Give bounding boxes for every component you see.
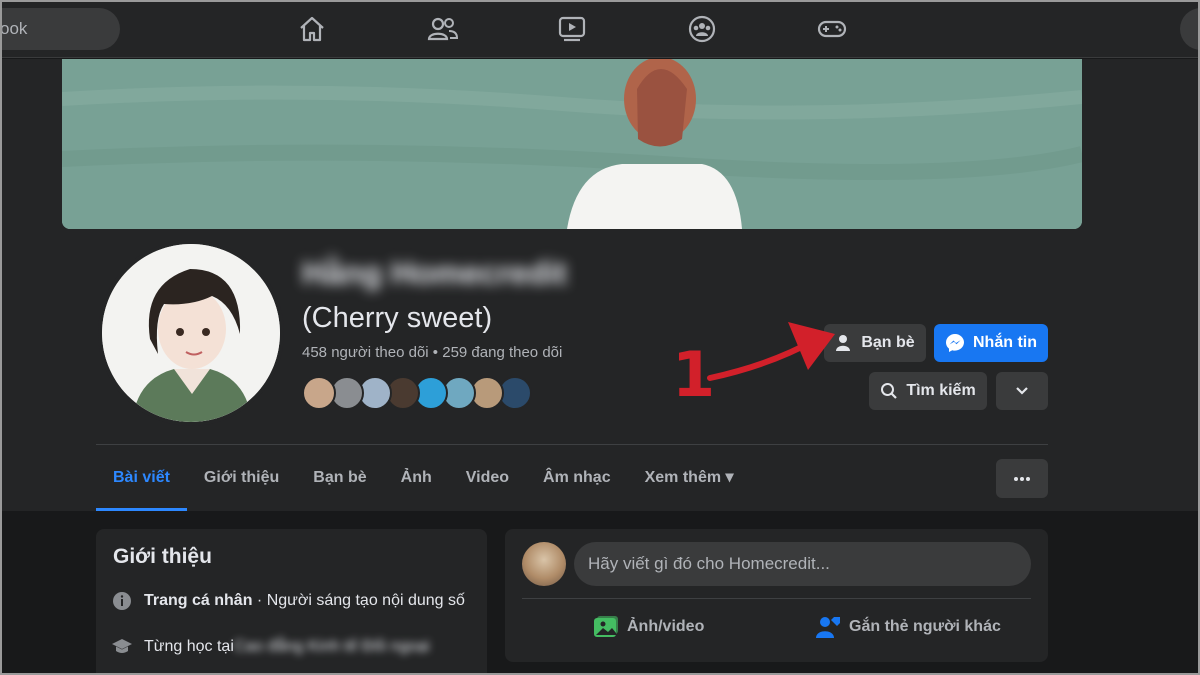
message-button[interactable]: Nhắn tin	[934, 324, 1048, 362]
tab-label: Video	[465, 469, 510, 486]
cover-photo[interactable]	[62, 59, 1082, 229]
graduation-cap-icon	[112, 639, 132, 653]
friends-icon[interactable]	[426, 12, 460, 46]
tab-label: Bài viết	[113, 469, 170, 486]
tab-label: Ảnh	[400, 469, 432, 486]
photo-icon	[594, 616, 618, 637]
tag-people-button[interactable]: Gắn thẻ người khác	[815, 615, 1001, 639]
profile-name: Hằng Homecredit	[302, 255, 567, 291]
composer-input[interactable]: Hãy viết gì đó cho Homecredit...	[574, 542, 1031, 586]
tab-label: Xem thêm	[644, 469, 722, 486]
tab-6[interactable]: Xem thêm ▾	[628, 446, 751, 510]
annotation-arrow	[707, 322, 835, 381]
tab-3[interactable]: Ảnh	[384, 446, 449, 510]
composer-avatar	[522, 542, 566, 586]
menu-button[interactable]	[1180, 8, 1200, 50]
tab-label: Âm nhạc	[543, 469, 611, 486]
photo-video-label: Ảnh/video	[627, 618, 705, 635]
profile-avatar[interactable]	[98, 240, 284, 426]
intro-studied-value[interactable]: Cao đẳng Kinh tế Đối ngoại	[234, 638, 430, 656]
friend-avatar[interactable]	[302, 376, 336, 410]
header-divider	[96, 444, 1048, 445]
chevron-down-icon	[1016, 387, 1028, 395]
intro-card: Giới thiệu Trang cá nhân · Người sáng tạ…	[96, 529, 487, 675]
search-input[interactable]: ook	[0, 8, 120, 50]
intro-title: Giới thiệu	[113, 545, 212, 568]
intro-studied-label: Từng học tại	[144, 638, 234, 655]
gaming-icon[interactable]	[815, 12, 849, 46]
photo-video-button[interactable]: Ảnh/video	[593, 615, 704, 639]
post-composer: Hãy viết gì đó cho Homecredit... Ảnh/vid…	[505, 529, 1048, 662]
friends-button-label: Bạn bè	[861, 334, 915, 351]
watch-icon[interactable]	[555, 12, 589, 46]
messenger-icon	[946, 334, 964, 352]
more-horizontal-icon	[1014, 476, 1030, 481]
tab-2[interactable]: Bạn bè	[296, 446, 383, 510]
composer-divider	[522, 598, 1031, 599]
tab-options-button[interactable]	[996, 459, 1048, 498]
info-icon	[113, 592, 131, 610]
caret-down-icon: ▾	[721, 469, 734, 486]
profile-tabs: Bài viết Giới thiệu Bạn bè Ảnh Video Âm nhạc X…	[96, 446, 751, 511]
tag-people-label: Gắn thẻ người khác	[849, 618, 1001, 635]
search-icon	[881, 383, 898, 399]
more-actions-button[interactable]	[996, 372, 1048, 410]
intro-row-education: Từng học tại Cao đẳng Kinh tế Đối ngoại	[112, 637, 430, 657]
groups-icon[interactable]	[685, 12, 719, 46]
follower-stats[interactable]: 458 người theo dõi • 259 đang theo dõi	[302, 344, 562, 361]
intro-page-label: Trang cá nhân	[144, 592, 253, 609]
friend-avatar-row[interactable]	[302, 376, 532, 410]
tag-people-icon	[816, 617, 840, 638]
intro-page-desc: · Người sáng tạo nội dung số	[252, 592, 465, 609]
message-button-label: Nhắn tin	[973, 334, 1037, 351]
tab-5[interactable]: Âm nhạc	[526, 446, 628, 510]
tab-0[interactable]: Bài viết	[96, 446, 187, 511]
home-icon[interactable]	[295, 12, 329, 46]
profile-alt-name: (Cherry sweet)	[302, 302, 493, 334]
tab-4[interactable]: Video	[449, 446, 526, 510]
search-profile-label: Tìm kiếm	[906, 382, 976, 399]
intro-row-page: Trang cá nhân · Người sáng tạo nội dung …	[112, 591, 465, 611]
tab-label: Bạn bè	[313, 469, 367, 486]
tab-1[interactable]: Giới thiệu	[187, 446, 296, 510]
top-navigation: ook	[0, 0, 1200, 58]
tab-label: Giới thiệu	[203, 469, 280, 486]
search-profile-button[interactable]: Tìm kiếm	[869, 372, 987, 410]
